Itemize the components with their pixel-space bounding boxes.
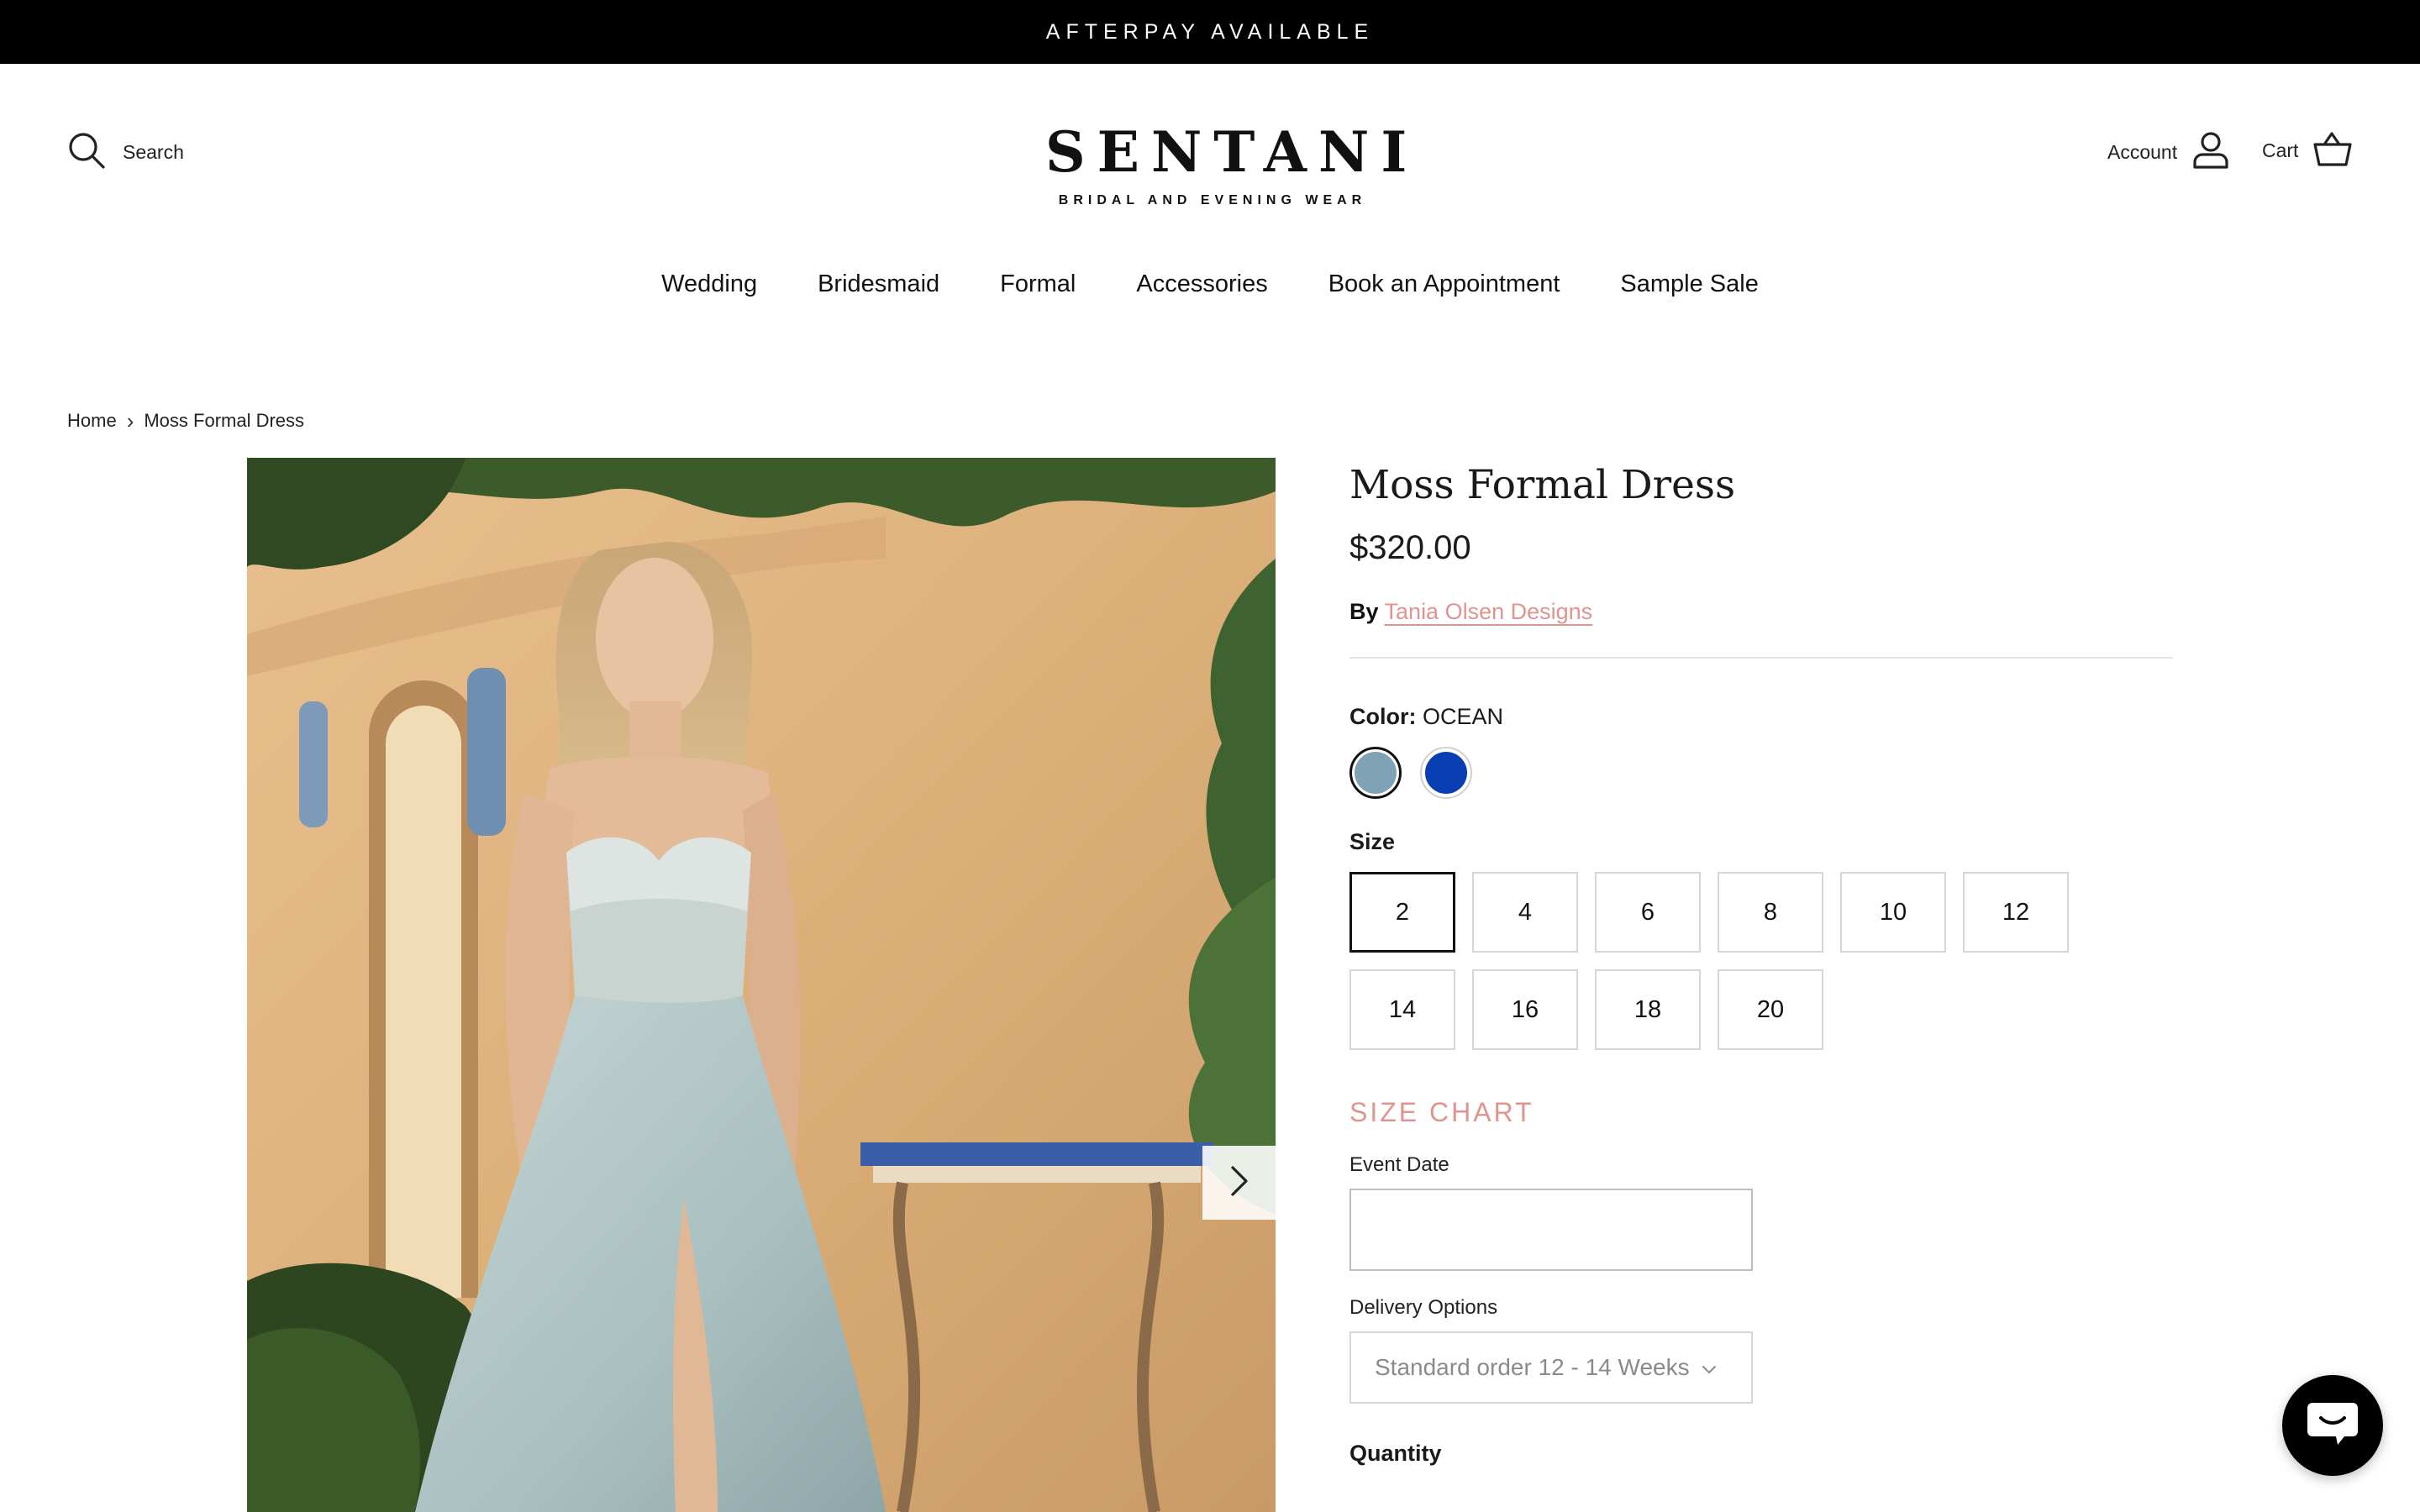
- search-icon: [67, 131, 106, 174]
- product-title: Moss Formal Dress: [1349, 462, 1736, 508]
- color-label: Color:: [1349, 704, 1417, 729]
- search-button[interactable]: Search: [67, 131, 184, 174]
- user-icon: [2192, 131, 2229, 174]
- event-date-label: Event Date: [1349, 1153, 1449, 1176]
- size-option-20[interactable]: 20: [1718, 969, 1823, 1050]
- chevron-right-icon: [1228, 1164, 1251, 1202]
- swatch-fill: [1425, 752, 1467, 794]
- size-option-2[interactable]: 2: [1349, 872, 1455, 953]
- cart-link[interactable]: Cart: [2262, 131, 2353, 171]
- basket-icon: [2313, 131, 2353, 171]
- nav-item-book-appointment[interactable]: Book an Appointment: [1328, 270, 1560, 298]
- announcement-bar: AFTERPAY AVAILABLE: [0, 0, 2420, 64]
- main-nav: Wedding Bridesmaid Formal Accessories Bo…: [0, 270, 2420, 298]
- search-label: Search: [123, 141, 184, 163]
- cart-label: Cart: [2262, 139, 2299, 161]
- size-option-6[interactable]: 6: [1595, 872, 1701, 953]
- nav-item-accessories[interactable]: Accessories: [1136, 270, 1267, 298]
- product-vendor: By Tania Olsen Designs: [1349, 599, 2173, 625]
- breadcrumb: Home › Moss Formal Dress: [67, 410, 304, 432]
- size-chart-link[interactable]: SIZE CHART: [1349, 1097, 2173, 1128]
- nav-item-formal[interactable]: Formal: [1000, 270, 1076, 298]
- size-option-12[interactable]: 12: [1963, 872, 2069, 953]
- event-date-input[interactable]: [1349, 1189, 1753, 1271]
- color-swatches: [1349, 747, 2173, 799]
- chat-icon: [2306, 1399, 2360, 1452]
- divider: [1349, 657, 2173, 659]
- delivery-options-label: Delivery Options: [1349, 1296, 1498, 1319]
- logo-tagline: BRIDAL AND EVENING WEAR: [1058, 193, 1367, 207]
- color-swatch-ocean[interactable]: [1349, 747, 1402, 799]
- account-link[interactable]: Account: [2107, 131, 2229, 174]
- delivery-options-select[interactable]: Standard order 12 - 14 Weeks: [1349, 1331, 1753, 1404]
- breadcrumb-current: Moss Formal Dress: [144, 410, 305, 431]
- color-swatch-blue[interactable]: [1420, 747, 1472, 799]
- vendor-prefix: By: [1349, 599, 1379, 624]
- swatch-fill: [1355, 752, 1397, 794]
- product-price: $320.00: [1349, 529, 1471, 566]
- vendor-link[interactable]: Tania Olsen Designs: [1385, 599, 1593, 624]
- quantity-label: Quantity: [1349, 1441, 1442, 1466]
- nav-item-bridesmaid[interactable]: Bridesmaid: [818, 270, 939, 298]
- size-options: 2 4 6 8 10 12 14 16 18 20: [1349, 872, 2173, 1050]
- size-option-4[interactable]: 4: [1472, 872, 1578, 953]
- size-label: Size: [1349, 829, 1396, 854]
- site-logo[interactable]: SENTANI BRIDAL AND EVENING WEAR: [1034, 119, 1419, 208]
- chat-button[interactable]: [2282, 1375, 2383, 1476]
- size-option-16[interactable]: 16: [1472, 969, 1578, 1050]
- size-option-14[interactable]: 14: [1349, 969, 1455, 1050]
- color-value: OCEAN: [1423, 704, 1504, 729]
- logo-wordmark: SENTANI: [1045, 119, 1419, 185]
- delivery-options-value: Standard order 12 - 14 Weeks: [1375, 1354, 1690, 1380]
- account-label: Account: [2107, 141, 2178, 163]
- chevron-down-icon: [1702, 1354, 1717, 1381]
- size-option-10[interactable]: 10: [1840, 872, 1946, 953]
- size-option-8[interactable]: 8: [1718, 872, 1823, 953]
- size-option-18[interactable]: 18: [1595, 969, 1701, 1050]
- product-image[interactable]: [247, 458, 1276, 1512]
- announcement-text: AFTERPAY AVAILABLE: [1045, 19, 1375, 44]
- nav-item-sample-sale[interactable]: Sample Sale: [1620, 270, 1758, 298]
- gallery-next-button[interactable]: [1202, 1146, 1276, 1220]
- breadcrumb-home[interactable]: Home: [67, 410, 117, 432]
- breadcrumb-separator: ›: [126, 408, 134, 433]
- nav-item-wedding[interactable]: Wedding: [661, 270, 757, 298]
- color-option-label: Color: OCEAN: [1349, 704, 2173, 730]
- product-photo: [247, 458, 1276, 1512]
- product-info: Moss Formal Dress $320.00 By Tania Olsen…: [1349, 454, 2173, 1467]
